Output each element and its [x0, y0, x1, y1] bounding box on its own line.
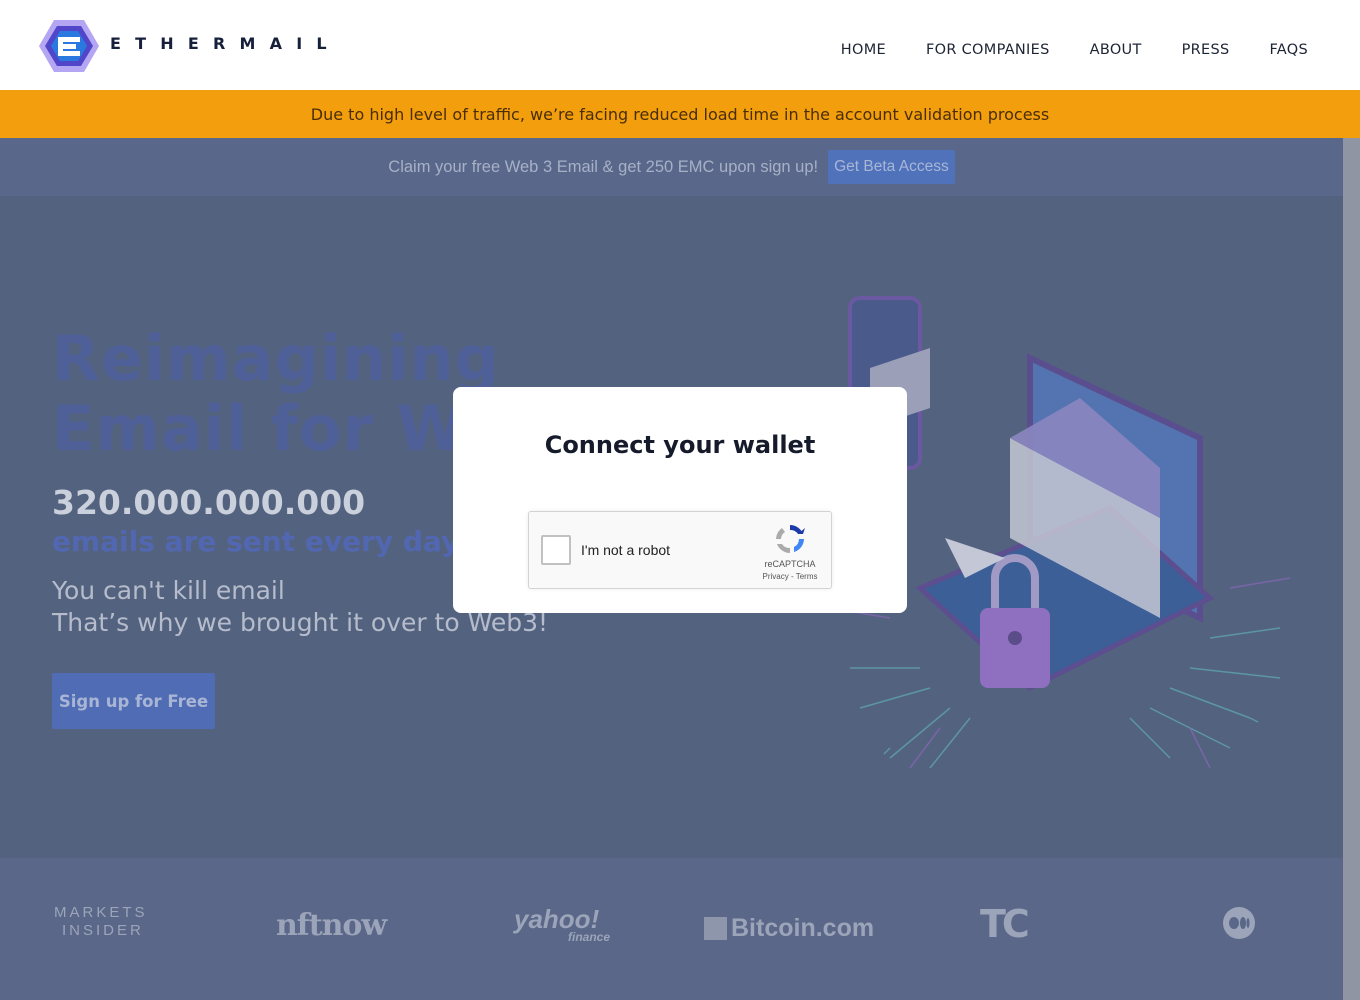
- bitcoin-square-icon: [704, 917, 727, 940]
- bitcoin-com-logo[interactable]: Bitcoin.com: [704, 914, 874, 943]
- recaptcha-label: I'm not a robot: [581, 542, 671, 558]
- traffic-warning-banner: Due to high level of traffic, we’re faci…: [0, 90, 1360, 138]
- yahoo-logo-text: yahoo!: [514, 904, 600, 934]
- nav-press[interactable]: PRESS: [1182, 42, 1230, 58]
- recaptcha-widget: I'm not a robot reCAPTCHA Privacy - Term…: [528, 511, 832, 589]
- recaptcha-checkbox[interactable]: [541, 535, 571, 565]
- promo-bar: Claim your free Web 3 Email & get 250 EM…: [0, 138, 1343, 196]
- yahoo-finance-logo[interactable]: yahoo! finance: [514, 904, 610, 943]
- press-logos-strip: MARKETS INSIDER nftnow yahoo! finance Bi…: [0, 858, 1343, 1000]
- hero-title-line1: Reimagining: [52, 322, 501, 395]
- get-beta-access-button[interactable]: Get Beta Access: [828, 150, 955, 184]
- recaptcha-brand: reCAPTCHA: [764, 559, 816, 569]
- page-scrollbar[interactable]: [1343, 138, 1360, 1000]
- nav-home[interactable]: HOME: [841, 42, 886, 58]
- nav-faqs[interactable]: FAQS: [1270, 42, 1309, 58]
- medium-logo-icon[interactable]: [1222, 906, 1256, 940]
- recaptcha-icon: [776, 525, 805, 553]
- bitcoin-logo-text: Bitcoin.com: [731, 914, 875, 942]
- email-stat-number: 320.000.000.000: [52, 483, 366, 522]
- main-nav: HOME FOR COMPANIES ABOUT PRESS FAQS: [841, 42, 1308, 58]
- ethermail-logo-icon[interactable]: [38, 18, 100, 74]
- sign-up-free-button[interactable]: Sign up for Free: [52, 673, 215, 729]
- markets-insider-line1: MARKETS: [54, 904, 148, 921]
- nav-about[interactable]: ABOUT: [1090, 42, 1142, 58]
- modal-title: Connect your wallet: [544, 431, 816, 459]
- markets-insider-line2: INSIDER: [62, 922, 144, 939]
- promo-text: Claim your free Web 3 Email & get 250 EM…: [388, 157, 819, 176]
- email-stat-caption: emails are sent every day: [52, 525, 460, 558]
- brand-wordmark: ETHERMAIL: [110, 34, 341, 53]
- warning-text: Due to high level of traffic, we’re faci…: [310, 104, 1050, 124]
- hero-tagline-1: You can't kill email: [52, 576, 285, 605]
- techcrunch-logo[interactable]: TC: [980, 902, 1030, 946]
- nftnow-logo[interactable]: nftnow: [276, 908, 387, 943]
- site-header: ETHERMAIL HOME FOR COMPANIES ABOUT PRESS…: [0, 0, 1360, 90]
- markets-insider-logo[interactable]: MARKETS INSIDER: [54, 904, 148, 940]
- connect-wallet-modal: Connect your wallet I'm not a robot reCA…: [453, 387, 907, 613]
- recaptcha-privacy-terms-links[interactable]: Privacy - Terms: [751, 572, 829, 581]
- nav-for-companies[interactable]: FOR COMPANIES: [926, 42, 1050, 58]
